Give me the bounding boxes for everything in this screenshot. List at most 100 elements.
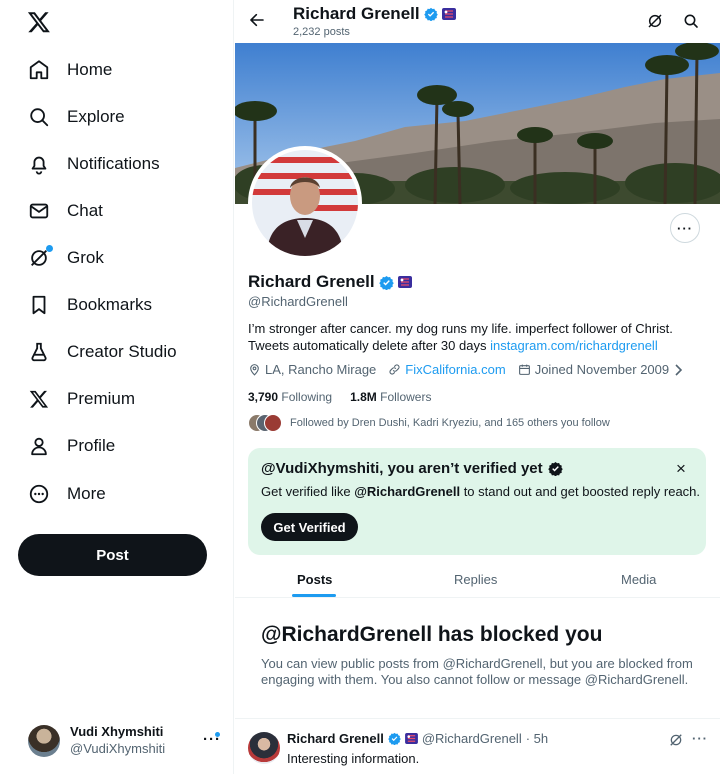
sidebar-item-label: Creator Studio [67, 342, 177, 361]
grok-icon[interactable] [669, 733, 683, 747]
back-arrow-icon[interactable] [249, 12, 265, 28]
sidebar-item-grok[interactable]: Grok [16, 238, 116, 278]
profile-tabs: Posts Replies Media [235, 560, 720, 598]
verify-text-handle: @RichardGrenell [354, 484, 461, 499]
sidebar-item-label: Premium [67, 389, 136, 408]
followers-count: 1.8M [350, 390, 377, 404]
divider [235, 718, 720, 719]
post-item[interactable]: Richard Grenell @RichardGrenell · 5h Int… [248, 729, 713, 774]
posts-count: 2,232 posts [293, 26, 350, 38]
location-pin-icon [248, 363, 261, 376]
person-icon [28, 435, 50, 457]
sidebar: Home Explore Notifications Chat Grok Boo… [0, 0, 234, 774]
page-title: Richard Grenell [293, 4, 456, 24]
avatar [264, 414, 282, 432]
sidebar-item-home[interactable]: Home [16, 50, 124, 90]
blocked-text: You can view public posts from @RichardG… [261, 656, 693, 687]
more-options-button[interactable]: ··· [670, 213, 700, 243]
verified-badge-icon[interactable] [378, 275, 394, 290]
flag-badge-icon [441, 8, 456, 20]
location: LA, Rancho Mirage [248, 362, 376, 377]
chevron-right-icon [673, 363, 683, 376]
verify-card-text: Get verified like @RichardGrenell to sta… [261, 484, 700, 499]
sidebar-item-more[interactable]: More [16, 474, 118, 514]
profile-meta: LA, Rancho Mirage FixCalifornia.com Join… [248, 362, 683, 377]
blocked-title: @RichardGrenell has blocked you [261, 623, 603, 646]
sidebar-item-label: Home [67, 60, 113, 79]
follower-avatars [248, 414, 282, 432]
notification-dot [46, 245, 53, 252]
tab-posts[interactable]: Posts [297, 560, 332, 598]
flask-icon [28, 341, 50, 363]
follow-stats: 3,790 Following 1.8M Followers [248, 390, 431, 404]
grok-icon [28, 245, 53, 269]
post-time[interactable]: · 5h [526, 731, 548, 746]
post-text: Interesting information. [287, 751, 420, 766]
followers-link[interactable]: 1.8M Followers [350, 390, 431, 404]
more-circle-icon [28, 483, 50, 505]
profile-name-row: Richard Grenell [248, 272, 412, 292]
verified-badge-icon [423, 7, 438, 21]
account-name: Vudi Xhymshiti [70, 724, 164, 739]
sidebar-item-label: Grok [67, 248, 104, 267]
sidebar-item-notifications[interactable]: Notifications [16, 144, 172, 184]
following-count: 3,790 [248, 390, 279, 404]
bio-link[interactable]: instagram.com/richardgrenell [490, 338, 658, 353]
sidebar-item-label: Profile [67, 436, 116, 455]
following-label: Following [281, 390, 333, 404]
website: FixCalifornia.com [388, 362, 506, 377]
search-icon [28, 106, 50, 128]
flag-badge-icon[interactable] [397, 276, 412, 288]
post-author-name[interactable]: Richard Grenell [287, 731, 384, 746]
profile-main: Richard Grenell 2,232 posts ··· Richard … [235, 0, 720, 774]
post-more-icon[interactable]: ··· [692, 731, 708, 746]
profile-bio: I’m stronger after cancer. my dog runs m… [248, 320, 713, 354]
page-title-name: Richard Grenell [293, 4, 420, 23]
x-logo-icon [28, 388, 50, 410]
tab-replies[interactable]: Replies [454, 560, 497, 598]
sidebar-item-chat[interactable]: Chat [16, 191, 115, 231]
sidebar-item-bookmarks[interactable]: Bookmarks [16, 285, 164, 325]
flag-badge-icon [404, 733, 418, 744]
bookmark-icon [28, 294, 50, 316]
join-date-text: Joined November 2009 [534, 362, 670, 377]
location-text: LA, Rancho Mirage [265, 362, 377, 377]
sidebar-item-label: Chat [67, 201, 103, 220]
get-verified-button[interactable]: Get Verified [261, 513, 358, 541]
account-switcher[interactable]: Vudi Xhymshiti @VudiXhymshiti [28, 724, 165, 757]
notification-dot [215, 732, 220, 737]
verified-badge-icon [388, 732, 401, 745]
sidebar-item-creator-studio[interactable]: Creator Studio [16, 332, 189, 372]
search-icon[interactable] [683, 13, 699, 29]
sidebar-item-explore[interactable]: Explore [16, 97, 137, 137]
website-link[interactable]: FixCalifornia.com [405, 362, 505, 377]
post-author-handle[interactable]: @RichardGrenell [422, 731, 522, 746]
calendar-icon [518, 363, 531, 376]
bell-icon [28, 153, 50, 175]
sidebar-item-label: Notifications [67, 154, 160, 173]
sidebar-item-profile[interactable]: Profile [16, 426, 127, 466]
verify-card-title: @VudiXhymshiti, you aren’t verified yet [261, 460, 563, 477]
tab-media[interactable]: Media [621, 560, 656, 598]
top-bar: Richard Grenell 2,232 posts [235, 0, 720, 43]
join-date[interactable]: Joined November 2009 [518, 362, 683, 377]
grok-icon[interactable] [647, 13, 663, 29]
mail-icon [28, 200, 50, 222]
verified-badge-icon [547, 461, 563, 476]
profile-avatar[interactable] [248, 146, 362, 260]
post-header: Richard Grenell @RichardGrenell · 5h [287, 731, 548, 746]
link-icon [388, 363, 401, 376]
active-tab-indicator [292, 594, 336, 597]
followed-by-text: Followed by Dren Dushi, Kadri Kryeziu, a… [290, 417, 610, 429]
sidebar-item-label: Explore [67, 107, 125, 126]
following-link[interactable]: 3,790 Following [248, 390, 332, 404]
followers-label: Followers [380, 390, 432, 404]
x-logo-icon[interactable] [27, 10, 51, 34]
close-icon[interactable]: × [676, 459, 686, 479]
verify-text-suffix: to stand out and get boosted reply reach… [460, 484, 701, 499]
sidebar-item-premium[interactable]: Premium [16, 379, 147, 419]
post-button[interactable]: Post [18, 534, 207, 576]
avatar[interactable] [248, 732, 280, 764]
followed-by[interactable]: Followed by Dren Dushi, Kadri Kryeziu, a… [248, 414, 610, 432]
profile-name: Richard Grenell [248, 272, 375, 291]
